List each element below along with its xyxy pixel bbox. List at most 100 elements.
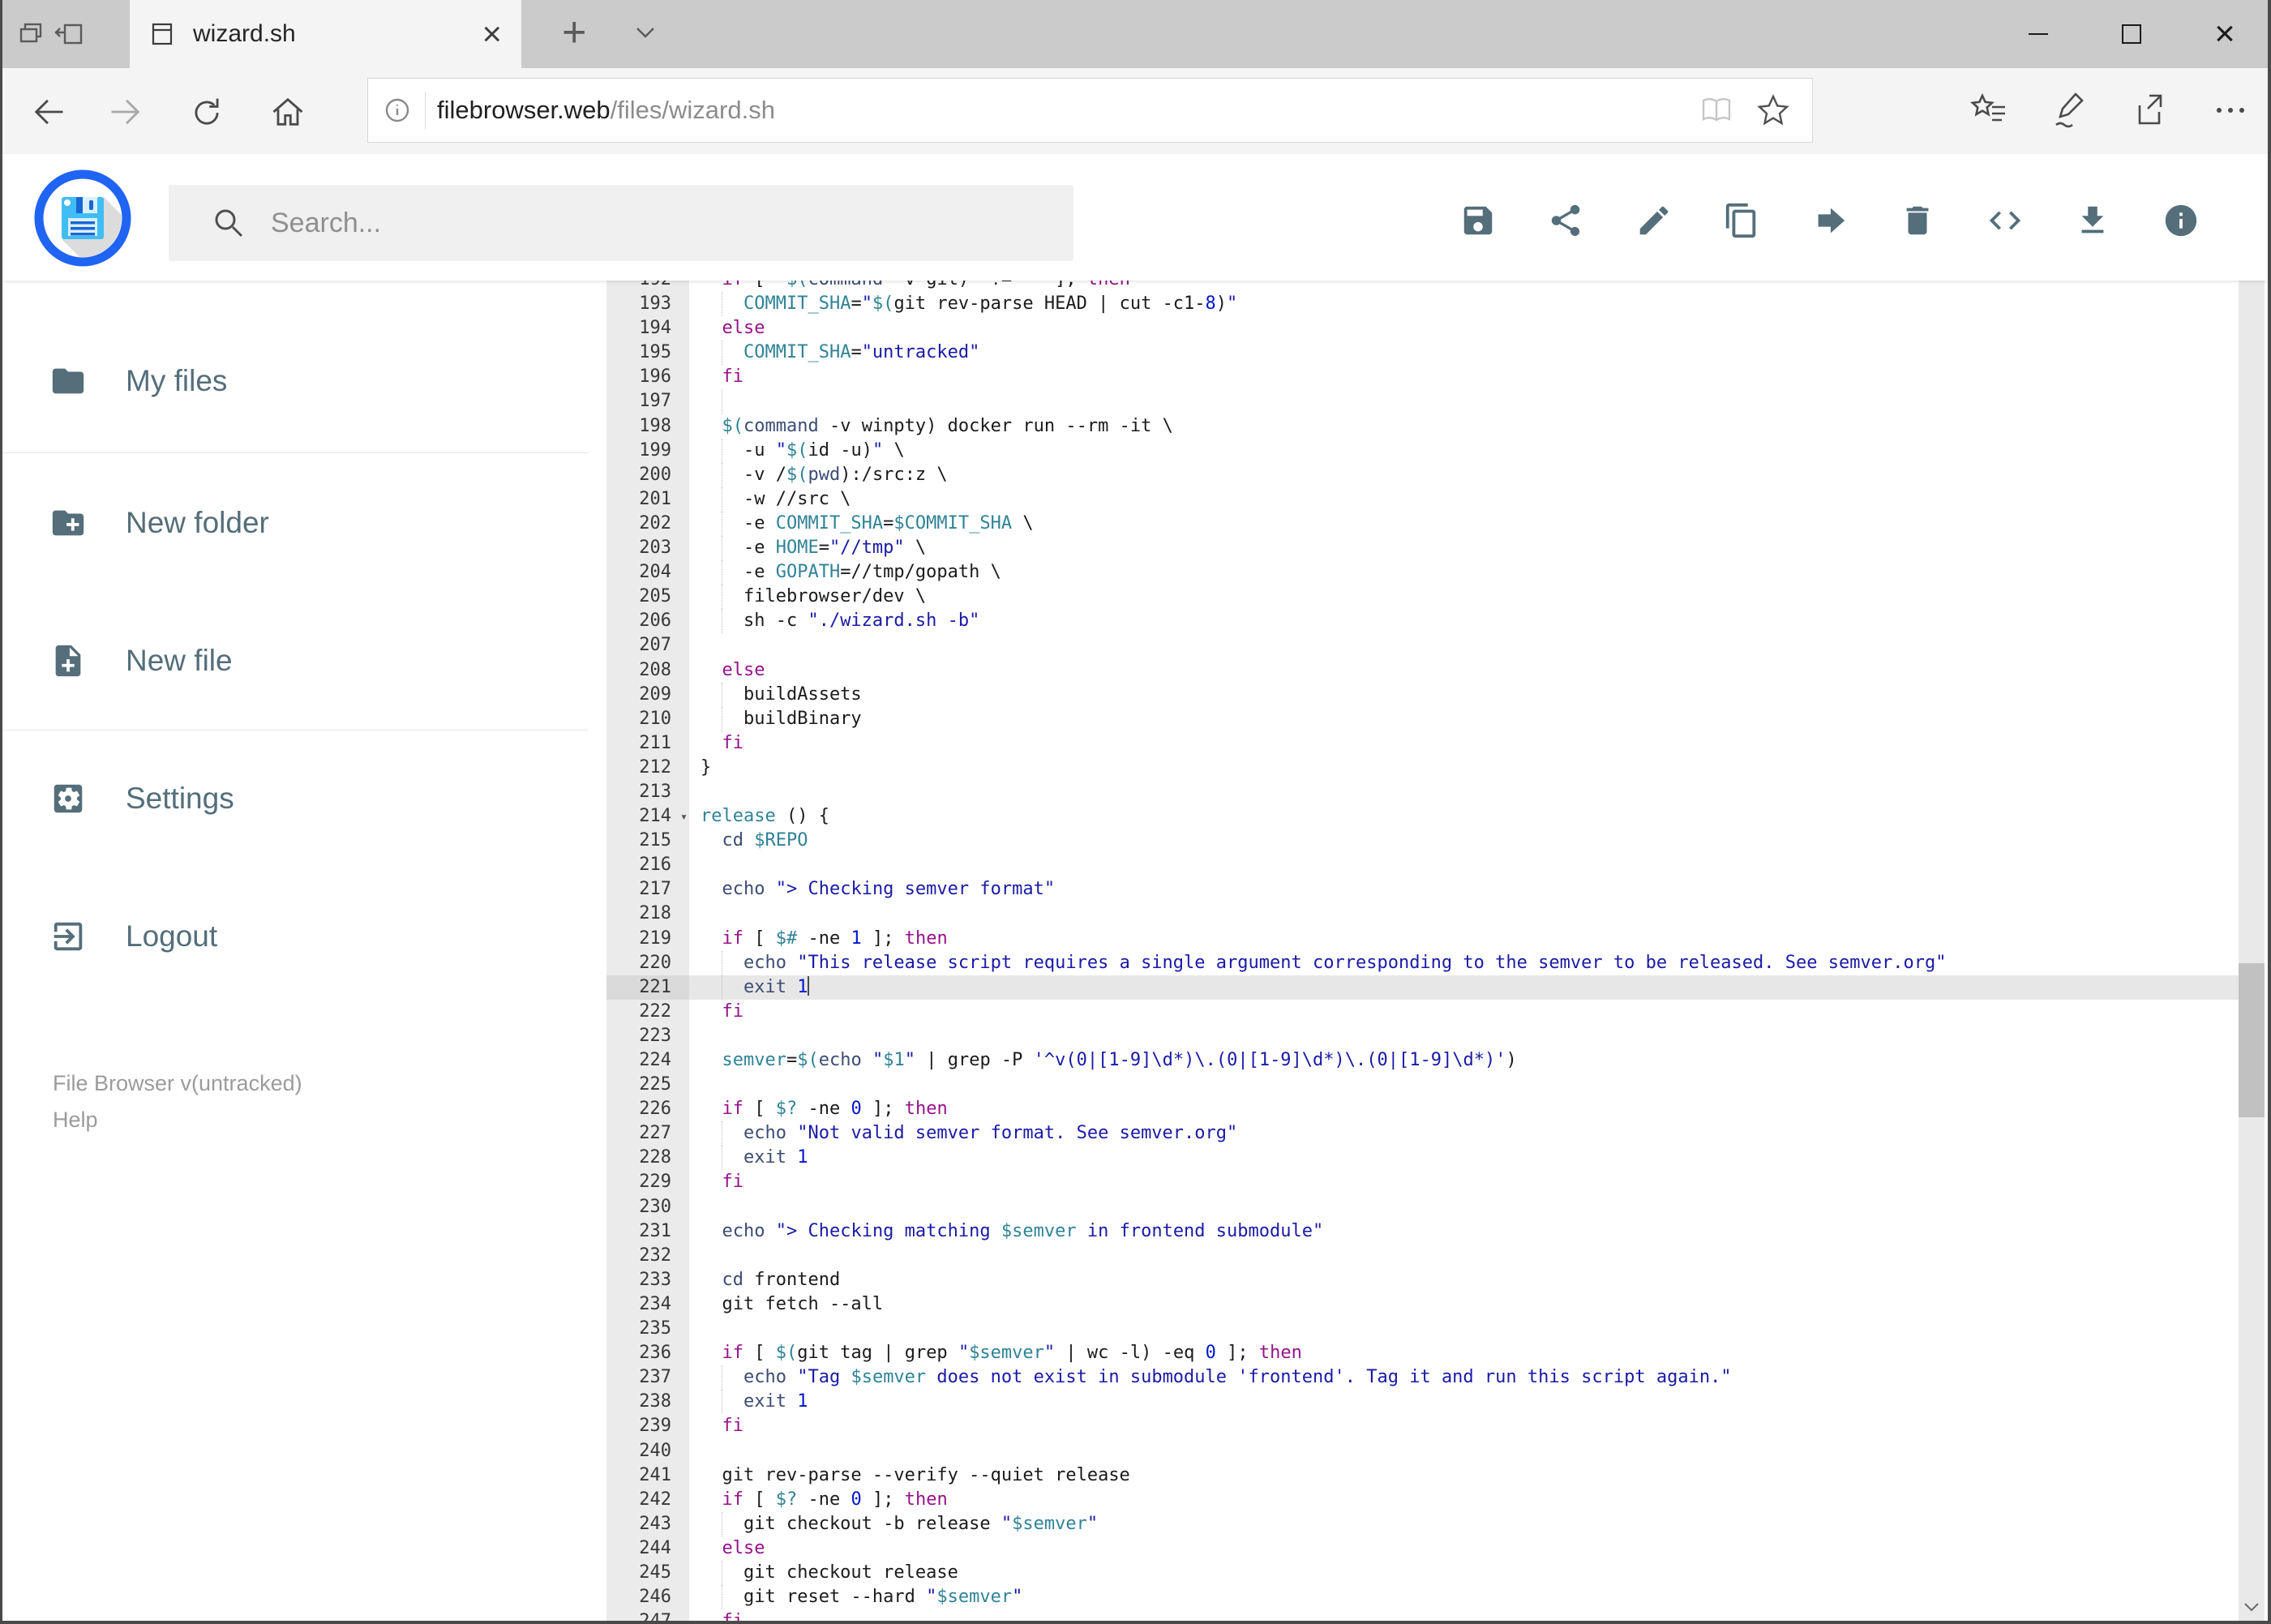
scrollbar-thumb[interactable] [2239, 963, 2265, 1117]
sidebar-item-my-files[interactable]: My files [2, 345, 606, 418]
sidebar-item-logout[interactable]: Logout [2, 900, 606, 973]
code-line[interactable]: 230 [606, 1194, 2244, 1219]
code-editor[interactable]: 192 if [ "$(command -v git)" != "" ]; th… [606, 281, 2244, 1621]
code-line[interactable]: 199 -u "$(id -u)" \ [606, 438, 2244, 463]
code-line[interactable]: 205 filebrowser/dev \ [606, 585, 2244, 610]
code-view-button[interactable] [1986, 202, 2025, 241]
code-line[interactable]: 201 -w //src \ [606, 486, 2244, 512]
code-line[interactable]: 228 exit 1 [606, 1146, 2244, 1171]
code-line[interactable]: 235 [606, 1317, 2244, 1342]
code-line[interactable]: 197 [606, 389, 2244, 414]
code-line[interactable]: 233 cd frontend [606, 1267, 2244, 1292]
tab-list-chevron-icon[interactable] [631, 23, 660, 42]
minimize-button[interactable] [2010, 15, 2067, 54]
favorite-star-icon[interactable] [1755, 92, 1791, 128]
code-line[interactable]: 221 exit 1 [606, 975, 2244, 1000]
refresh-button[interactable] [187, 92, 226, 131]
code-line[interactable]: 236 if [ $(git tag | grep "$semver" | wc… [606, 1341, 2244, 1366]
search-input[interactable] [269, 206, 1073, 240]
maximize-button[interactable] [2103, 15, 2160, 54]
sidebar-item-new-file[interactable]: New file [2, 624, 606, 697]
code-line[interactable]: 219 if [ $# -ne 1 ]; then [606, 926, 2244, 951]
code-line[interactable]: 194 else [606, 316, 2244, 341]
code-line[interactable]: 240 [606, 1438, 2244, 1463]
code-line[interactable]: 207 [606, 633, 2244, 658]
code-line[interactable]: 218 [606, 902, 2244, 927]
code-line[interactable]: 237 echo "Tag $semver does not exist in … [606, 1365, 2244, 1390]
code-line[interactable]: 216 [606, 853, 2244, 878]
browser-tab[interactable]: wizard.sh × [130, 0, 521, 68]
copy-button[interactable] [1723, 202, 1762, 241]
code-line[interactable]: 195 COMMIT_SHA="untracked" [606, 341, 2244, 366]
code-line[interactable]: 192 if [ "$(command -v git)" != "" ]; th… [606, 281, 2244, 293]
code-line[interactable]: 232 [606, 1243, 2244, 1268]
web-notes-pen-icon[interactable] [2048, 89, 2093, 135]
code-line[interactable]: 210 buildBinary [606, 706, 2244, 731]
move-button[interactable] [1810, 202, 1849, 241]
code-line[interactable]: 225 [606, 1073, 2244, 1098]
code-line[interactable]: 246 git reset --hard "$semver" [606, 1585, 2244, 1610]
code-line[interactable]: 242 if [ $? -ne 0 ]; then [606, 1487, 2244, 1512]
code-line[interactable]: 229 fi [606, 1170, 2244, 1195]
tab-preview-icon[interactable] [15, 18, 48, 50]
code-line[interactable]: 234 git fetch --all [606, 1292, 2244, 1318]
code-line[interactable]: 223 [606, 1023, 2244, 1048]
code-line[interactable]: 217 echo "> Checking semver format" [606, 877, 2244, 902]
help-link[interactable]: Help [53, 1108, 98, 1133]
share-icon[interactable] [2128, 89, 2174, 135]
search-bar[interactable] [169, 185, 1073, 261]
site-info-icon[interactable] [381, 94, 413, 126]
sidebar-item-settings[interactable]: Settings [2, 762, 606, 835]
code-line[interactable]: 215 cd $REPO [606, 829, 2244, 854]
code-line[interactable]: 212} [606, 755, 2244, 780]
code-line[interactable]: 239 fi [606, 1414, 2244, 1439]
info-button[interactable] [2162, 202, 2201, 241]
close-button[interactable]: × [2196, 15, 2253, 54]
share-file-button[interactable] [1547, 202, 1586, 241]
edit-button[interactable] [1635, 202, 1674, 241]
sidebar-item-new-folder[interactable]: New folder [2, 486, 606, 559]
code-line[interactable]: 209 buildAssets [606, 682, 2244, 707]
fold-arrow-icon[interactable]: ▾ [680, 804, 688, 829]
code-line[interactable]: 238 exit 1 [606, 1390, 2244, 1415]
file-browser-logo[interactable] [33, 169, 132, 268]
code-line[interactable]: 214 ▾ release () { [606, 804, 2244, 829]
more-options-icon[interactable] [2209, 89, 2255, 135]
code-line[interactable]: 222 fi [606, 999, 2244, 1024]
code-line[interactable]: 206 sh -c "./wizard.sh -b" [606, 609, 2244, 634]
url-text[interactable]: filebrowser.web/files/wizard.sh [437, 96, 1699, 125]
code-line[interactable]: 245 git checkout release [606, 1560, 2244, 1586]
tab-close-icon[interactable]: × [482, 17, 502, 51]
code-line[interactable]: 211 fi [606, 731, 2244, 756]
code-line[interactable]: 204 -e GOPATH=//tmp/gopath \ [606, 560, 2244, 585]
code-line[interactable]: 226 if [ $? -ne 0 ]; then [606, 1097, 2244, 1122]
code-line[interactable]: 203 -e HOME="//tmp" \ [606, 536, 2244, 561]
delete-button[interactable] [1899, 202, 1938, 241]
forward-button[interactable] [106, 92, 145, 131]
download-button[interactable] [2074, 202, 2113, 241]
code-line[interactable]: 220 echo "This release script requires a… [606, 950, 2244, 975]
code-line[interactable]: 202 -e COMMIT_SHA=$COMMIT_SHA \ [606, 511, 2244, 537]
code-line[interactable]: 231 echo "> Checking matching $semver in… [606, 1219, 2244, 1244]
code-line[interactable]: 208 else [606, 658, 2244, 683]
code-line[interactable]: 244 else [606, 1536, 2244, 1561]
code-line[interactable]: 224 semver=$(echo "$1" | grep -P '^v(0|[… [606, 1048, 2244, 1073]
code-line[interactable]: 193 COMMIT_SHA="$(git rev-parse HEAD | c… [606, 292, 2244, 317]
save-button[interactable] [1459, 202, 1498, 241]
code-line[interactable]: 196 fi [606, 365, 2244, 390]
code-line[interactable]: 227 echo "Not valid semver format. See s… [606, 1121, 2244, 1146]
home-button[interactable] [268, 92, 307, 131]
code-line[interactable]: 241 git rev-parse --verify --quiet relea… [606, 1463, 2244, 1488]
scroll-down-icon[interactable] [2239, 1593, 2265, 1621]
favorites-hub-icon[interactable] [1968, 89, 2013, 135]
set-tabs-aside-icon[interactable] [53, 18, 85, 50]
code-line[interactable]: 243 git checkout -b release "$semver" [606, 1511, 2244, 1536]
code-line[interactable]: 247 fi [606, 1609, 2244, 1621]
page-scrollbar[interactable] [2239, 156, 2265, 1621]
code-line[interactable]: 213 [606, 779, 2244, 805]
reading-view-icon[interactable] [1699, 92, 1734, 128]
new-tab-button[interactable]: + [562, 10, 586, 55]
url-bar[interactable]: filebrowser.web/files/wizard.sh [367, 78, 1813, 143]
code-line[interactable]: 200 -v /$(pwd):/src:z \ [606, 462, 2244, 487]
code-line[interactable]: 198 $(command -v winpty) docker run --rm… [606, 413, 2244, 439]
